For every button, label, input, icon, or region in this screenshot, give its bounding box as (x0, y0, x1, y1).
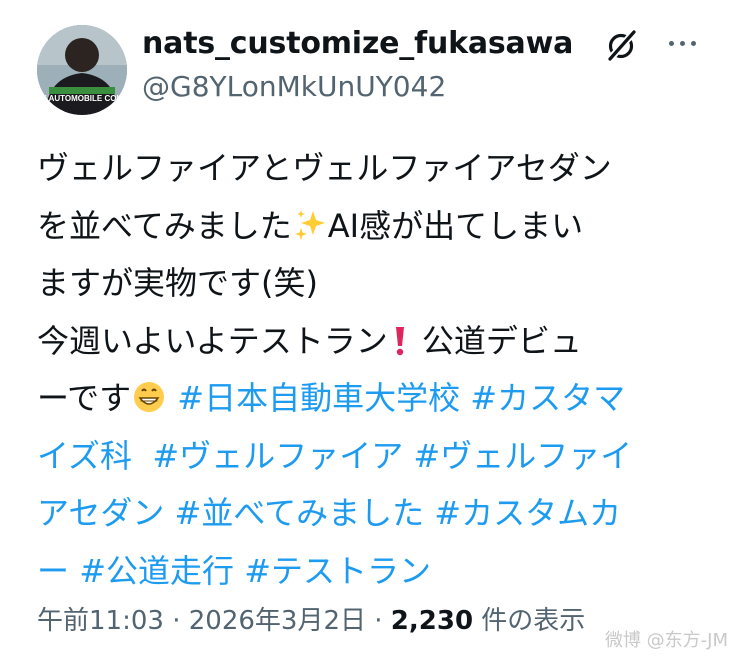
hashtag-link[interactable]: #カスタマ (470, 379, 625, 417)
hashtag-link[interactable]: #公道走行 (79, 552, 234, 590)
grinning-face-emoji (132, 375, 166, 428)
hashtag-link[interactable]: #ヴェルファイア (152, 437, 403, 475)
tweet-text-segment: を並べてみました (37, 206, 292, 245)
tweet-meta: 午前11:03 · 2026年3月2日 · 2,230 件の表示 (37, 600, 585, 637)
hashtag-link[interactable]: アセダン (37, 494, 164, 532)
avatar[interactable]: NIHON AUTOMOBILE COLLEGE (37, 25, 127, 115)
tweet-text-segment: ヴェルファイアとヴェルファイアセダン (37, 149, 612, 187)
tweet-line: ヴェルファイアとヴェルファイアセダン (37, 140, 709, 198)
tweet-line: アセダン #並べてみました #カスタムカ (37, 485, 709, 543)
watermark: 微博 @东方-JM (604, 630, 728, 651)
tweet-text: ヴェルファイアとヴェルファイアセダン を並べてみました AI感が出てしまい ますが… (37, 140, 709, 600)
tweet-text-segment: ーです (37, 379, 132, 417)
views-count[interactable]: 2,230 (391, 606, 473, 636)
hashtag-link[interactable]: #並べてみました (175, 494, 425, 532)
tweet-text-segment: AI感が出てしまい (327, 206, 584, 245)
exclamation-emoji (389, 318, 411, 371)
avatar-image: NIHON AUTOMOBILE COLLEGE (37, 25, 127, 115)
tweet-text-segment: ますが実物です(笑) (37, 264, 318, 302)
hashtag-link[interactable]: #テストラン (244, 552, 431, 590)
tweet-line: を並べてみました AI感が出てしまい (37, 198, 709, 256)
views-label[interactable]: 件の表示 (473, 606, 585, 636)
author-display-name[interactable]: nats_customize_fukasawa (142, 26, 573, 61)
tweet-time[interactable]: 午前11:03 (37, 606, 164, 636)
hashtag-link[interactable]: #日本自動車大学校 (177, 379, 460, 417)
hashtag-link[interactable]: #ヴェルファイ (413, 437, 632, 475)
tweet-line: ますが実物です(笑) (37, 255, 709, 313)
meta-separator: · (163, 606, 189, 636)
tweet-line: ーです #日本自動車大学校 #カスタマ (37, 370, 709, 428)
hashtag-link[interactable]: ー (37, 552, 69, 590)
tweet-text-segment: 今週いよいよテストラン (37, 321, 388, 360)
more-icon[interactable] (662, 28, 702, 58)
author-handle[interactable]: @G8YLonMkUnUY042 (142, 70, 446, 103)
tweet-line: ー #公道走行 #テストラン (37, 543, 709, 601)
tweet-line: イズ科 #ヴェルファイア #ヴェルファイ (37, 428, 709, 486)
grok-icon[interactable] (604, 27, 640, 63)
tweet-date[interactable]: 2026年3月2日 (189, 606, 366, 636)
sparkles-emoji (293, 203, 327, 256)
hashtag-link[interactable]: #カスタムカ (434, 494, 621, 532)
tweet-text-segment: 公道デビュ (411, 321, 582, 360)
svg-text:NIHON AUTOMOBILE COLLEGE: NIHON AUTOMOBILE COLLEGE (37, 94, 127, 103)
tweet-line: 今週いよいよテストラン 公道デビュ (37, 313, 709, 371)
hashtag-link[interactable]: イズ科 (37, 437, 132, 475)
meta-separator: · (366, 606, 391, 636)
